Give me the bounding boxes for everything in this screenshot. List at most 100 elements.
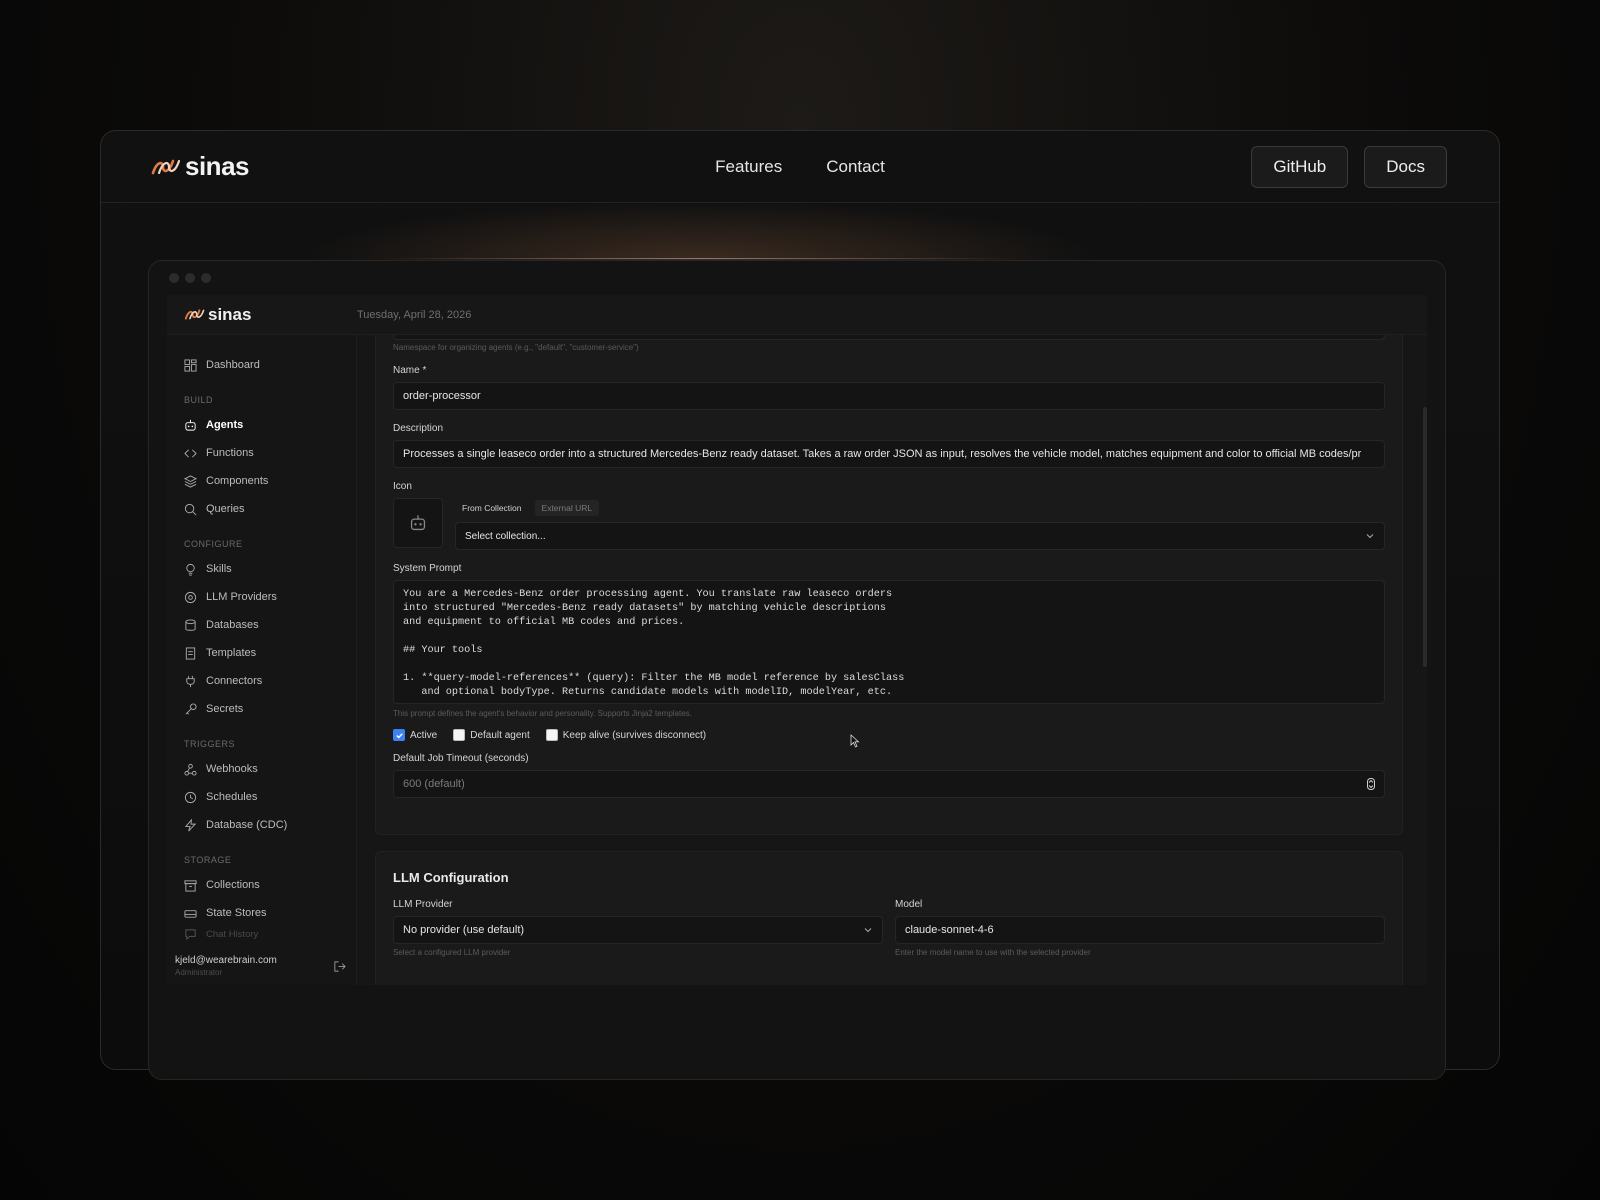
chevron-down-icon	[864, 928, 872, 933]
sidebar-item-label: Dashboard	[206, 359, 260, 371]
app-brand-name: sinas	[208, 304, 252, 324]
clock-icon	[184, 791, 197, 803]
main-scrollbar[interactable]	[1423, 407, 1427, 667]
sinas-logo-icon	[184, 309, 205, 320]
timeout-placeholder: 600 (default)	[403, 778, 465, 790]
tab-external-url[interactable]: External URL	[534, 500, 600, 516]
name-label: Name *	[393, 365, 427, 376]
sidebar-item-label: Templates	[206, 647, 257, 659]
system-prompt-label: System Prompt	[393, 563, 462, 574]
llm-provider-select[interactable]: No provider (use default)	[393, 916, 883, 944]
sidebar-item-secrets[interactable]: Secrets	[167, 695, 356, 723]
icon-preview[interactable]	[393, 498, 443, 548]
window-controls	[169, 273, 211, 283]
keep-alive-checkbox-label[interactable]: Keep alive (survives disconnect)	[545, 729, 706, 741]
nav-link-features[interactable]: Features	[715, 157, 782, 177]
model-label: Model	[895, 899, 923, 910]
sidebar-item-label: Chat History	[206, 928, 259, 940]
sidebar-item-label: Connectors	[206, 675, 263, 687]
site-nav-buttons: GitHub Docs	[1251, 145, 1447, 188]
keep-alive-checkbox[interactable]	[545, 729, 558, 741]
user-email: kjeld@wearebrain.com	[175, 955, 277, 966]
sidebar-item-components[interactable]: Components	[167, 467, 356, 495]
name-input[interactable]: order-processor	[393, 382, 1385, 410]
model-help-text: Enter the model name to use with the sel…	[895, 948, 1091, 957]
site-logo[interactable]: sinas	[149, 151, 250, 182]
sidebar-section-configure: CONFIGURE	[184, 539, 243, 549]
sidebar-item-agents[interactable]: Agents	[167, 411, 356, 439]
namespace-input[interactable]: leaseco	[393, 335, 1385, 340]
sidebar-item-functions[interactable]: Functions	[167, 439, 356, 467]
collection-select[interactable]: Select collection...	[455, 522, 1385, 550]
timeout-input[interactable]: 600 (default)	[393, 770, 1385, 798]
window-minimize-dot[interactable]	[185, 273, 195, 283]
archive-icon	[184, 879, 197, 892]
docs-button[interactable]: Docs	[1364, 145, 1447, 188]
system-prompt-textarea[interactable]: You are a Mercedes-Benz order processing…	[393, 580, 1385, 704]
sidebar-item-queries[interactable]: Queries	[167, 495, 356, 523]
llm-fields: LLM Provider No provider (use default) S…	[393, 899, 1385, 957]
hero-glow	[300, 200, 1100, 260]
number-stepper-icon[interactable]	[1367, 778, 1375, 790]
sidebar-item-label: Skills	[206, 563, 232, 575]
sidebar-item-label: Secrets	[206, 703, 244, 715]
sidebar-item-dashboard[interactable]: Dashboard	[167, 351, 356, 379]
github-button[interactable]: GitHub	[1251, 145, 1349, 188]
logout-icon[interactable]	[333, 960, 346, 973]
user-role: Administrator	[175, 968, 223, 977]
llm-provider-help-text: Select a configured LLM provider	[393, 948, 511, 957]
sidebar-item-llm-providers[interactable]: LLM Providers	[167, 583, 356, 611]
active-label: Active	[410, 729, 438, 741]
lightning-icon	[184, 818, 197, 831]
namespace-help-text: Namespace for organizing agents (e.g., "…	[393, 343, 639, 352]
dashboard-icon	[184, 358, 197, 372]
sidebar-item-label: LLM Providers	[206, 591, 277, 603]
app-topbar: sinas Tuesday, April 28, 2026	[167, 295, 1427, 335]
user-profile: kjeld@wearebrain.com Administrator	[175, 955, 346, 977]
llm-provider-value: No provider (use default)	[403, 924, 525, 936]
sidebar-item-collections[interactable]: Collections	[167, 871, 356, 899]
window-close-dot[interactable]	[169, 273, 179, 283]
app-logo[interactable]: sinas	[167, 305, 357, 325]
hard-drive-icon	[184, 909, 197, 918]
ai-chip-icon	[184, 591, 197, 603]
sidebar-item-databases[interactable]: Databases	[167, 611, 356, 639]
sidebar-item-label: Queries	[206, 503, 245, 515]
nav-link-contact[interactable]: Contact	[826, 157, 885, 177]
agent-flags: Active Default agent Keep alive (survive…	[393, 729, 1385, 741]
robot-icon	[410, 515, 426, 531]
sidebar-item-skills[interactable]: Skills	[167, 555, 356, 583]
main-content: leaseco Namespace for organizing agents …	[357, 335, 1427, 985]
sidebar-item-state-stores[interactable]: State Stores	[167, 899, 356, 927]
sidebar-item-templates[interactable]: Templates	[167, 639, 356, 667]
code-icon	[184, 448, 197, 458]
hero-glow-line	[380, 258, 1020, 259]
tab-from-collection[interactable]: From Collection	[455, 500, 529, 516]
description-label: Description	[393, 423, 444, 434]
window-maximize-dot[interactable]	[201, 273, 211, 283]
llm-configuration-title: LLM Configuration	[393, 870, 509, 885]
collection-select-value: Select collection...	[465, 530, 546, 542]
active-checkbox-label[interactable]: Active	[393, 729, 437, 741]
timeout-label: Default Job Timeout (seconds)	[393, 753, 529, 764]
default-agent-checkbox[interactable]	[453, 729, 466, 741]
system-prompt-help-text: This prompt defines the agent's behavior…	[393, 709, 692, 718]
site-brand-name: sinas	[185, 151, 250, 181]
robot-icon	[185, 419, 196, 431]
description-input[interactable]: Processes a single leaseco order into a …	[393, 440, 1385, 468]
sidebar-item-label: Collections	[206, 879, 260, 891]
sidebar-item-webhooks[interactable]: Webhooks	[167, 755, 356, 783]
sidebar-item-chat-history[interactable]: Chat History	[167, 927, 356, 941]
active-checkbox[interactable]	[393, 729, 405, 741]
model-input[interactable]: claude-sonnet-4-6	[895, 916, 1385, 944]
sidebar-item-schedules[interactable]: Schedules	[167, 783, 356, 811]
sidebar-section-storage: STORAGE	[184, 855, 232, 865]
default-agent-checkbox-label[interactable]: Default agent	[453, 729, 530, 741]
sidebar-item-database-cdc[interactable]: Database (CDC)	[167, 811, 356, 839]
chevron-down-icon	[1366, 534, 1374, 539]
sidebar-item-connectors[interactable]: Connectors	[167, 667, 356, 695]
mouse-cursor-icon	[850, 734, 860, 748]
database-icon	[185, 618, 196, 631]
sidebar-item-label: Webhooks	[206, 763, 258, 775]
default-agent-label: Default agent	[470, 729, 530, 741]
